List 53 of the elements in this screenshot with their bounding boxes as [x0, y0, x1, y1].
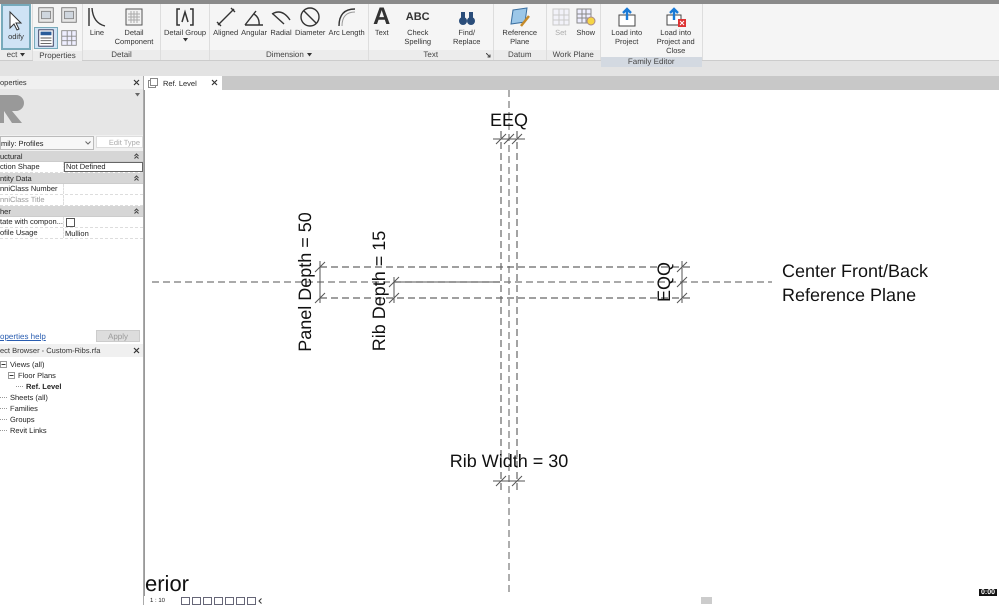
dimension-line[interactable] [676, 260, 688, 304]
ribbon-group-label[interactable]: ect [6, 50, 18, 60]
dimension-line[interactable] [388, 276, 500, 304]
sheet-icon [36, 5, 56, 25]
ribbon-group-label: Properties [39, 51, 76, 61]
arc-icon [336, 6, 358, 28]
collapse-icon[interactable] [134, 175, 139, 181]
bracket-box-icon [174, 6, 196, 28]
collapse-icon[interactable] [134, 153, 139, 159]
dimension-line[interactable] [314, 260, 326, 304]
ribbon-group-label: Family Editor [628, 57, 675, 67]
dimension-arrow-icon [214, 6, 237, 28]
extension-line[interactable] [320, 297, 692, 299]
annotation-text[interactable]: Panel Depth = 50 [295, 212, 315, 352]
dropdown-caret-icon[interactable] [182, 38, 188, 42]
dropdown-caret-icon[interactable] [20, 53, 26, 57]
ribbon-group-label[interactable]: Dimension [266, 50, 304, 60]
collapse-toggle[interactable] [0, 361, 7, 368]
close-icon[interactable] [133, 79, 140, 86]
close-icon[interactable] [133, 347, 140, 354]
ribbon-icon-button[interactable] [35, 28, 57, 48]
scroll-left-icon[interactable] [258, 598, 262, 604]
dialog-launcher-icon[interactable] [486, 53, 491, 58]
close-icon[interactable] [211, 78, 218, 86]
collapse-icon[interactable] [134, 208, 139, 214]
dimension-line[interactable] [492, 476, 526, 486]
sheet-icon [59, 5, 79, 25]
ribbon-group-label: Datum [508, 50, 532, 60]
annotation-text[interactable]: EQQ [654, 262, 674, 302]
ribbon-group-label: Detail [111, 50, 132, 60]
reference-plane-label[interactable]: Center Front/Back [782, 261, 928, 281]
chevron-down-icon[interactable] [85, 141, 91, 145]
view-label: erior [145, 571, 190, 596]
collapse-toggle[interactable] [8, 372, 15, 379]
curve-line-icon [86, 6, 108, 28]
extension-line[interactable] [500, 131, 502, 491]
dropdown-caret-icon[interactable] [306, 53, 312, 57]
reference-plane-label[interactable]: Reference Plane [782, 285, 916, 305]
properties-icon [36, 28, 56, 48]
checkbox[interactable] [66, 218, 75, 226]
annotation-text[interactable]: Rib Depth = 15 [369, 230, 389, 352]
annotation-text[interactable]: Rib Width = 30 [450, 451, 568, 471]
help-link[interactable]: operties help [0, 332, 46, 340]
plane-pencil-icon [508, 6, 531, 28]
annotation-text[interactable]: EEQ [490, 110, 528, 130]
ribbon-group-label: Text [423, 50, 438, 60]
grid-icon [550, 6, 572, 28]
grid-icon [59, 28, 79, 48]
ribbon-group-label: Work Plane [552, 50, 594, 60]
dimension-line[interactable] [492, 134, 526, 144]
scrollbar-thumb[interactable] [701, 597, 712, 604]
view-icon [148, 78, 158, 88]
circle-diameter-icon [299, 6, 322, 28]
